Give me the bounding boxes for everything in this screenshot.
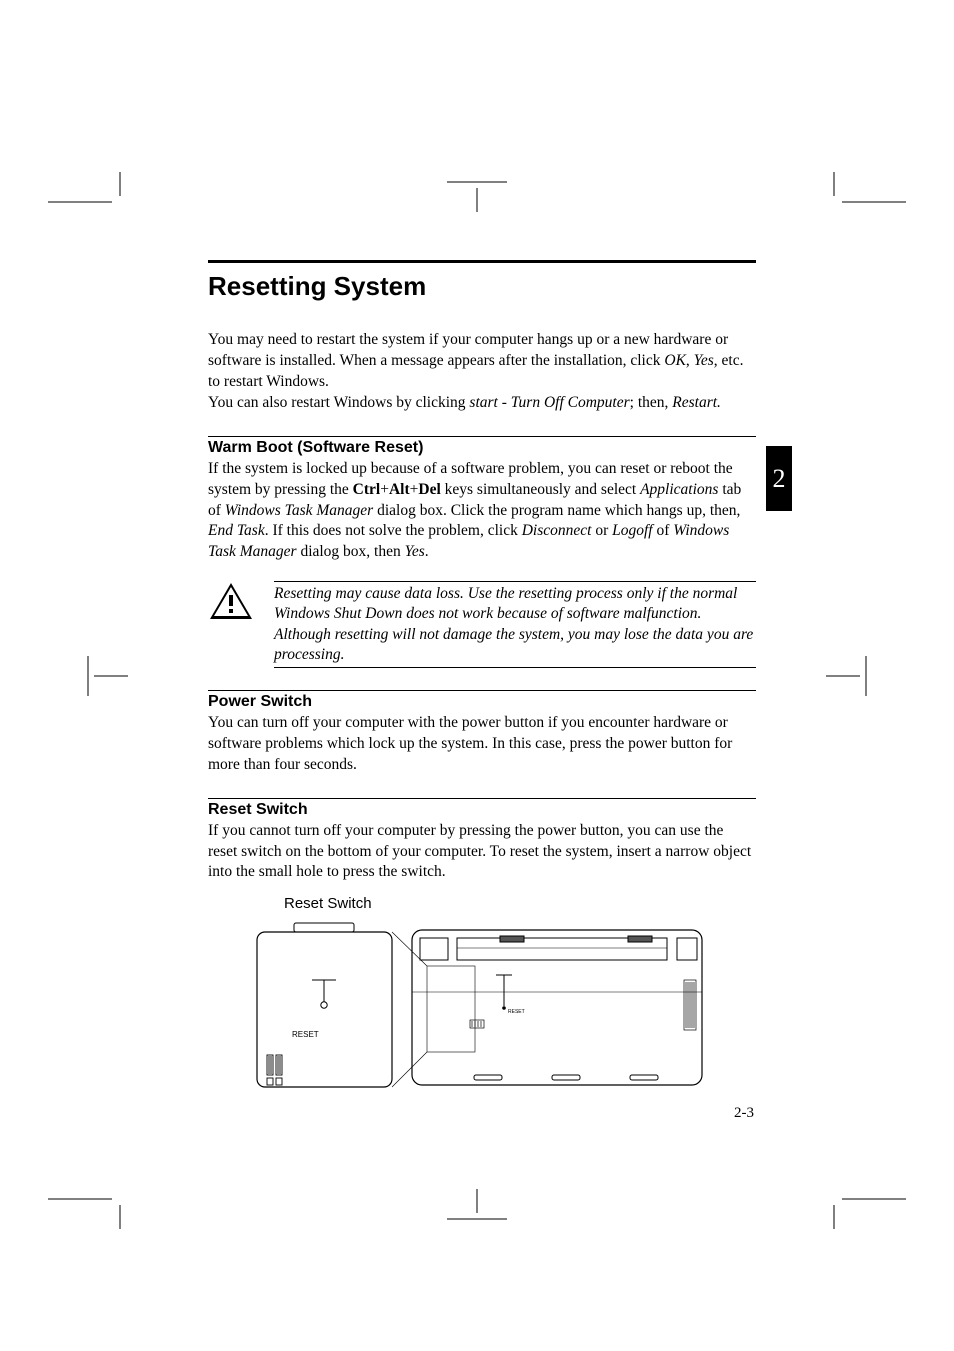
main-heading: Resetting System [208,263,756,308]
text: . [425,543,429,560]
turnoff-ref: Turn Off Computer [511,394,630,411]
text: - [498,394,511,411]
page-content: Resetting System You may need to restart… [208,260,756,1100]
yes-ref-2: Yes [405,543,425,560]
text: dialog box. Click the program name which… [373,502,740,519]
reset-label-main: RESET [508,1009,525,1015]
section-power-switch-heading: Power Switch [208,690,756,711]
text: of [653,522,674,539]
alt-key: Alt [389,481,410,498]
text: dialog box, then [297,543,405,560]
reset-label-inset: RESET [292,1030,319,1039]
crop-mark-bottom-left [48,1189,128,1229]
del-key: Del [418,481,440,498]
text: + [380,481,389,498]
reset-switch-diagram: RESET RESET [252,920,712,1100]
wtm-ref-1: Windows Task Manager [225,502,373,519]
intro-paragraph-1: You may need to restart the system if yo… [208,330,756,393]
chapter-tab: 2 [766,446,792,511]
crop-mark-top-right [826,172,906,212]
ok-ref: OK [664,352,686,369]
text: You can also restart Windows by clicking [208,394,469,411]
ctrl-key: Ctrl [353,481,381,498]
crop-mark-bottom-mid [447,1189,507,1229]
text: ; then, [630,394,673,411]
crop-mark-left-mid [48,656,128,696]
section-reset-switch-heading: Reset Switch [208,798,756,819]
caution-icon [208,581,254,621]
text: keys simultaneously and select [441,481,640,498]
power-switch-body: You can turn off your computer with the … [208,713,756,776]
applications-ref: Applications [640,481,718,498]
crop-mark-top-mid [447,172,507,212]
warm-boot-body: If the system is locked up because of a … [208,459,756,564]
intro-paragraph-2: You can also restart Windows by clicking… [208,393,756,414]
title-block: Resetting System [208,260,756,308]
figure-caption: Reset Switch [284,895,756,912]
restart-ref: Restart. [672,394,721,411]
caution-note: Resetting may cause data loss. Use the r… [208,581,756,668]
logoff-ref: Logoff [612,522,652,539]
crop-mark-bottom-right [826,1189,906,1229]
text: . If this does not solve the problem, cl… [265,522,522,539]
reset-switch-body: If you cannot turn off your computer by … [208,821,756,884]
start-ref: start [469,394,497,411]
crop-mark-right-mid [826,656,906,696]
reset-switch-figure: Reset Switch [208,895,756,1100]
section-warm-boot-heading: Warm Boot (Software Reset) [208,436,756,457]
endtask-ref: End Task [208,522,265,539]
text: , [686,352,694,369]
text: You may need to restart the system if yo… [208,331,728,369]
crop-mark-top-left [48,172,128,212]
disconnect-ref: Disconnect [522,522,592,539]
page-number: 2-3 [734,1105,754,1122]
caution-text: Resetting may cause data loss. Use the r… [274,581,756,668]
yes-ref: Yes [694,352,714,369]
text: or [591,522,612,539]
